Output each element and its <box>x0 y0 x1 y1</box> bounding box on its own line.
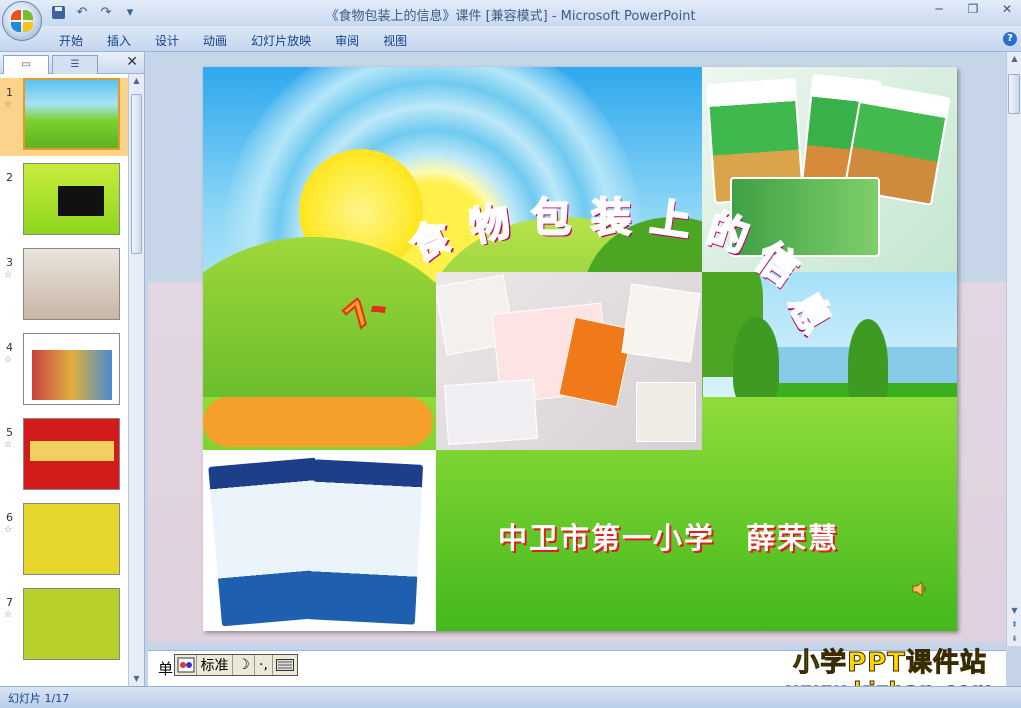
tab-animations[interactable]: 动画 <box>191 32 239 49</box>
wrapper <box>621 283 701 363</box>
soft-keyboard-icon[interactable] <box>273 655 297 675</box>
brand-title: 小学PPT课件站 <box>793 648 987 679</box>
slides-panel: ▭ ☰ ✕ 1 ☆ 2 3 ☆ 4 ☆ 5 ☆ 6 ☆ 7 ☆ ▲ ▼ <box>0 52 145 686</box>
wrapper <box>636 382 696 442</box>
scroll-down-icon[interactable]: ▼ <box>129 672 144 686</box>
redo-icon[interactable]: ↷ <box>98 4 114 20</box>
scroll-up-icon[interactable]: ▲ <box>1007 52 1021 66</box>
slide-number: 3 <box>6 256 13 269</box>
ime-logo-icon[interactable] <box>175 655 197 675</box>
slide-preview <box>23 78 120 150</box>
scroll-down-icon[interactable]: ▼ <box>1007 604 1021 618</box>
slide-preview <box>23 333 120 405</box>
customize-icon[interactable]: ▾ <box>122 4 138 20</box>
slide-thumbnail[interactable]: 2 <box>0 163 128 241</box>
tree <box>733 317 779 407</box>
status-bar: 幻灯片 1/17 <box>0 686 1021 708</box>
slide-preview <box>23 588 120 660</box>
undo-icon[interactable]: ↶ <box>74 4 90 20</box>
slide-number: 5 <box>6 426 13 439</box>
slide-thumbnail[interactable]: 6 ☆ <box>0 503 128 581</box>
snack-wrappers-photo[interactable] <box>436 272 702 450</box>
animation-star-icon: ☆ <box>4 355 13 365</box>
editor-scrollbar[interactable]: ▲ ▼ ⇞ ⇟ <box>1006 52 1021 646</box>
ime-toolbar[interactable]: 标准 ☽ ·, <box>174 654 298 676</box>
slide-preview <box>23 503 120 575</box>
animation-star-icon: ☆ <box>4 100 13 110</box>
tab-insert[interactable]: 插入 <box>95 32 143 49</box>
minimize-icon[interactable]: ─ <box>931 2 947 16</box>
slide-subtitle: 中卫市第一小学 薛荣慧 <box>498 521 840 555</box>
notes-text[interactable]: 单 <box>158 658 173 679</box>
package <box>306 459 424 625</box>
thumbnail-scrollbar[interactable]: ▲ ▼ <box>128 74 144 686</box>
office-logo-icon <box>11 10 33 32</box>
save-icon[interactable] <box>50 4 66 20</box>
slide-preview <box>23 418 120 490</box>
panel-close-icon[interactable]: ✕ <box>126 54 138 70</box>
tab-design[interactable]: 设计 <box>143 32 191 49</box>
slide-preview <box>23 248 120 320</box>
tab-review[interactable]: 审阅 <box>323 32 371 49</box>
slide-thumbnail-list: 1 ☆ 2 3 ☆ 4 ☆ 5 ☆ 6 ☆ 7 ☆ <box>0 74 128 686</box>
slide-number: 6 <box>6 511 13 524</box>
slide-thumbnail[interactable]: 3 ☆ <box>0 248 128 326</box>
restore-icon[interactable]: ❐ <box>965 2 981 16</box>
window-controls: ─ ❐ ✕ <box>931 2 1015 16</box>
animation-star-icon: ☆ <box>4 525 13 535</box>
tab-view[interactable]: 视图 <box>371 32 419 49</box>
title-char: 包 <box>530 194 572 242</box>
title-char: 装 <box>590 194 632 242</box>
slide-number: 2 <box>6 171 13 184</box>
punctuation-toggle[interactable]: ·, <box>255 655 273 675</box>
scroll-thumb[interactable] <box>131 94 142 254</box>
window-title: 《食物包装上的信息》课件 [兼容模式] - Microsoft PowerPoi… <box>325 9 696 24</box>
slide-indicator: 幻灯片 1/17 <box>8 692 70 705</box>
tab-home[interactable]: 开始 <box>47 32 95 49</box>
slide-thumbnail[interactable]: 7 ☆ <box>0 588 128 666</box>
slide-number: 4 <box>6 341 13 354</box>
orange-bushes <box>203 397 433 447</box>
ribbon-tabs: 开始 插入 设计 动画 幻灯片放映 审阅 视图 ? <box>0 26 1021 52</box>
help-icon[interactable]: ? <box>1003 32 1017 46</box>
speaker-icon[interactable] <box>911 580 929 598</box>
title-bar: ↶ ↷ ▾ 《食物包装上的信息》课件 [兼容模式] - Microsoft Po… <box>0 0 1021 26</box>
moon-icon[interactable]: ☽ <box>233 655 255 675</box>
title-char: 上 <box>646 193 694 246</box>
panel-tabs: ▭ ☰ ✕ <box>0 52 144 74</box>
office-button[interactable] <box>2 1 42 41</box>
animation-star-icon: ☆ <box>4 440 13 450</box>
meal-replacement-photo[interactable] <box>203 450 436 631</box>
slide-thumbnail[interactable]: 4 ☆ <box>0 333 128 411</box>
next-slide-icon[interactable]: ⇟ <box>1007 632 1021 646</box>
slide-thumbnail[interactable]: 1 ☆ <box>0 78 128 156</box>
slide-number: 7 <box>6 596 13 609</box>
slide-preview <box>23 163 120 235</box>
animation-star-icon: ☆ <box>4 610 13 620</box>
previous-slide-icon[interactable]: ⇞ <box>1007 618 1021 632</box>
slide-number: 1 <box>6 86 13 99</box>
slide-thumbnail[interactable]: 5 ☆ <box>0 418 128 496</box>
tree <box>848 319 888 409</box>
tab-slides[interactable]: ▭ <box>3 55 49 74</box>
animation-star-icon: ☆ <box>4 270 13 280</box>
tab-outline[interactable]: ☰ <box>52 55 98 74</box>
quick-access-toolbar: ↶ ↷ ▾ <box>50 4 138 20</box>
scroll-thumb[interactable] <box>1008 74 1020 114</box>
scroll-up-icon[interactable]: ▲ <box>129 74 144 88</box>
slide-canvas[interactable]: 7、 食 物 包 装 上 的 信 息 中卫市第一小学 薛荣慧 <box>203 67 957 631</box>
tab-slideshow[interactable]: 幻灯片放映 <box>239 32 323 49</box>
close-icon[interactable]: ✕ <box>999 2 1015 16</box>
wrapper <box>444 378 538 446</box>
ime-mode-button[interactable]: 标准 <box>197 655 233 675</box>
